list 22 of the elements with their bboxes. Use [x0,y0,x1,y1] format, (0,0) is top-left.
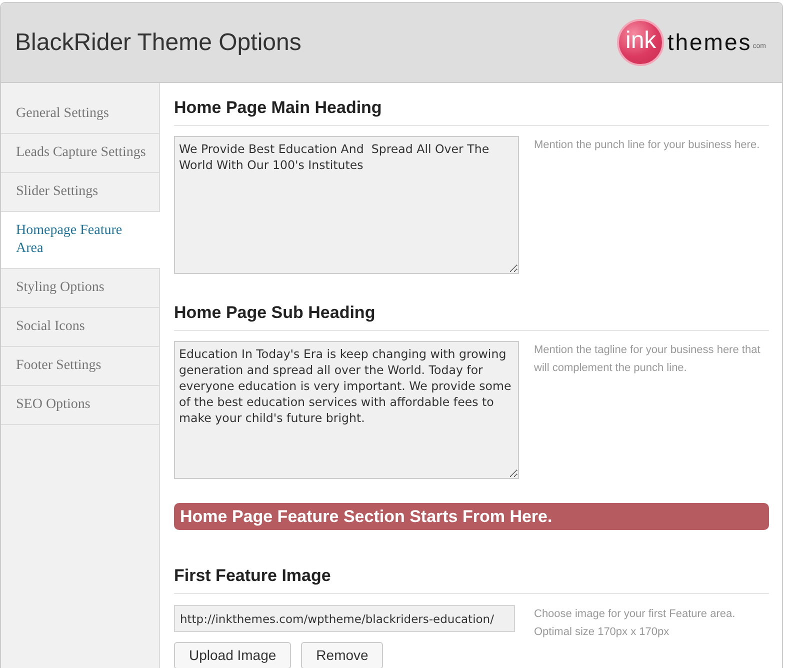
sidebar-item[interactable]: Homepage Feature Area [1,212,160,269]
sidebar-item[interactable]: Footer Settings [1,347,159,386]
page-title: BlackRider Theme Options [15,28,302,56]
field-hint: Mention the tagline for your business here that will complement the punch line. [534,343,760,376]
sidebar-item[interactable]: Social Icons [1,308,159,347]
sidebar-item[interactable]: General Settings [1,95,159,134]
sidebar-item[interactable]: Styling Options [1,269,159,308]
logo-wordmark: themes [667,31,752,54]
logo-mark: ink [617,19,664,66]
sidebar-item[interactable]: SEO Options [1,386,159,425]
upload-image-button[interactable]: Upload Image [174,642,292,668]
sidebar-item[interactable]: Leads Capture Settings [1,134,159,173]
text-area[interactable]: Education In Today's Era is keep changing with growing generation and spread all over the World. Today for everyone education is very important. We provide some of the best education services with affordable fees to make your child's future bright. [174,341,519,479]
section-heading: Home Page Main Heading [174,98,382,118]
remove-button[interactable]: Remove [301,642,384,668]
section-heading: First Feature Image [174,566,331,586]
section-banner: Home Page Feature Section Starts From Here. [174,503,769,530]
text-area[interactable]: We Provide Best Education And Spread All Over The World With Our 100's Institutes [174,136,519,274]
field-hint: Choose image for your first Feature area. Optimal size 170px x 170px [534,607,736,640]
section-heading: Home Page Sub Heading [174,303,376,323]
url-input-field[interactable]: http://inkthemes.com/wptheme/blackriders-education/ [174,605,515,632]
field-hint: Mention the punch line for your business here. [534,138,760,153]
